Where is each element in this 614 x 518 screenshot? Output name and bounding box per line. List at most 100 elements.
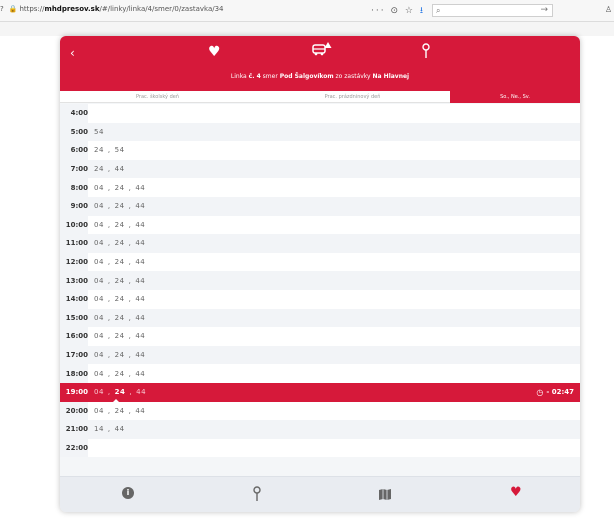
minute-separator: ,: [107, 295, 111, 304]
tab-weekend[interactable]: So., Ne., Sv.: [450, 91, 580, 103]
departure-minute: 04: [94, 406, 104, 415]
hour-label: 16:00: [60, 327, 88, 346]
search-input[interactable]: ⌕ →: [432, 4, 553, 17]
browser-url-bar[interactable]: ? 🔒 https://mhdpresov.sk/#/linky/linka/4/s…: [0, 0, 614, 22]
more-icon[interactable]: ···: [371, 6, 386, 16]
minute-separator: ,: [129, 388, 133, 397]
hour-label: 11:00: [60, 234, 88, 253]
bottom-nav: i ♥: [60, 476, 580, 512]
table-row: 10:00 04, 24, 44: [60, 215, 580, 235]
download-icon[interactable]: ⭳: [420, 6, 425, 16]
hour-label: 21:00: [60, 420, 88, 439]
pocket-icon[interactable]: ⊙: [390, 6, 400, 16]
minute-separator: ,: [107, 425, 111, 434]
page-backdrop: [0, 22, 614, 36]
departure-minutes: 04, 24, 44: [94, 253, 145, 272]
minute-separator: ,: [128, 239, 132, 248]
departure-minutes: 04, 24, 44: [94, 309, 145, 328]
stop-pin-icon[interactable]: [252, 486, 262, 502]
table-row: 5:00 54: [60, 122, 580, 142]
account-icon[interactable]: ♙: [605, 5, 612, 14]
back-chevron-icon[interactable]: ‹: [70, 46, 75, 60]
hour-label: 4:00: [60, 104, 88, 123]
departure-minutes: 54: [94, 123, 104, 142]
minute-separator: ,: [107, 351, 111, 360]
departure-minute: 24: [114, 258, 125, 267]
departure-minute: 44: [135, 239, 146, 248]
departure-minute: 24: [114, 313, 125, 322]
hour-label: 14:00: [60, 289, 88, 309]
departure-minute: 54: [94, 127, 104, 136]
hour-label: 20:00: [60, 401, 88, 421]
minute-separator: ,: [128, 369, 132, 378]
table-row: 7:00 24, 44: [60, 159, 580, 179]
departure-minute: 04: [94, 388, 104, 397]
bus-alert-icon[interactable]: [312, 41, 332, 57]
departure-minute: 44: [135, 258, 146, 267]
stop-pin-icon[interactable]: [421, 43, 431, 59]
departure-minute: 04: [94, 239, 104, 248]
departure-minute: 24: [114, 351, 125, 360]
table-row: 11:00 04, 24, 44: [60, 234, 580, 253]
minute-separator: ,: [107, 388, 111, 397]
tab-holiday-workday[interactable]: Prac. prázdninový deň: [255, 91, 450, 103]
departure-minute: 24: [114, 295, 125, 304]
departure-minute: 04: [94, 295, 104, 304]
hour-label: 15:00: [60, 308, 88, 328]
minute-separator: ,: [107, 276, 111, 285]
tab-school-workday[interactable]: Prac. školský deň: [60, 91, 255, 103]
star-icon[interactable]: ☆: [405, 6, 415, 16]
table-row-current: 19:00 04, 24, 44 ◷ - 02:47: [60, 382, 580, 402]
minute-separator: ,: [128, 220, 132, 229]
minute-separator: ,: [128, 295, 132, 304]
departure-minute: 44: [135, 183, 146, 192]
minute-separator: ,: [107, 202, 111, 211]
table-row: 12:00 04, 24, 44: [60, 252, 580, 272]
departure-minute: 24: [114, 202, 125, 211]
hour-label: 17:00: [60, 345, 88, 365]
minute-separator: ,: [107, 369, 111, 378]
departure-minutes: 04, 24, 44: [94, 197, 145, 216]
departure-minute: 44: [114, 425, 125, 434]
departure-minute: 44: [135, 295, 146, 304]
minute-separator: ,: [107, 220, 111, 229]
url-bar-actions: ··· ⊙ ☆ ⭳: [371, 3, 425, 19]
minute-separator: ,: [107, 406, 111, 415]
departure-minute: 44: [135, 220, 146, 229]
table-row: 9:00 04, 24, 44: [60, 196, 580, 216]
timetable-list: 4:00 5:00 54 6:00 24, 54 7:00 24, 44 8:00 04, 24, 44…: [60, 104, 580, 458]
minute-separator: ,: [107, 313, 111, 322]
departure-minute: 24: [114, 183, 125, 192]
search-go-icon[interactable]: →: [540, 5, 548, 15]
minute-separator: ,: [128, 332, 132, 341]
heart-icon[interactable]: ♥: [510, 485, 522, 500]
departure-minutes: 04, 24, 44: [94, 216, 145, 235]
reload-icon[interactable]: ?: [0, 5, 4, 13]
table-row: 15:00 04, 24, 44: [60, 308, 580, 328]
departure-minute: 44: [135, 369, 146, 378]
departure-minute: 44: [135, 276, 146, 285]
hour-label: 12:00: [60, 252, 88, 272]
departure-minutes: 04, 24, 44: [94, 327, 145, 346]
map-icon[interactable]: [379, 489, 391, 500]
departure-minutes: 24, 44: [94, 160, 125, 179]
info-icon[interactable]: i: [122, 487, 134, 499]
departure-minute: 44: [135, 313, 146, 322]
departure-minute: 04: [94, 351, 104, 360]
departure-minute: 04: [94, 313, 104, 322]
countdown: ◷ - 02:47: [536, 383, 574, 402]
minute-separator: ,: [107, 258, 111, 267]
departure-minute: 04: [94, 332, 104, 341]
minute-separator: ,: [128, 183, 132, 192]
minute-separator: ,: [107, 165, 111, 174]
minute-separator: ,: [107, 183, 111, 192]
heart-icon[interactable]: ♥: [208, 44, 221, 60]
clock-icon: ◷: [536, 387, 544, 397]
url-text[interactable]: ? 🔒 https://mhdpresov.sk/#/linky/linka/4/s…: [0, 5, 224, 13]
departure-minute: 14: [94, 425, 104, 434]
search-icon: ⌕: [436, 6, 441, 15]
minute-separator: ,: [107, 332, 111, 341]
departure-minutes: 14, 44: [94, 420, 125, 439]
departure-minutes: 04, 24, 44: [94, 290, 145, 309]
departure-minute: 44: [135, 406, 146, 415]
